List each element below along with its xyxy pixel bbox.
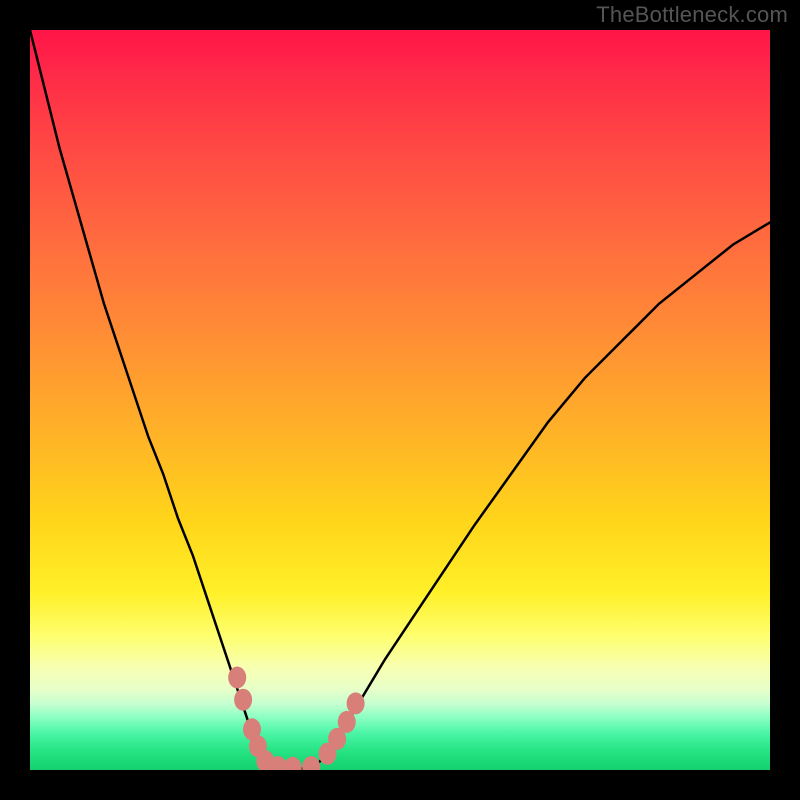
marker-point: [338, 711, 356, 733]
curve-left-branch: [30, 30, 267, 763]
marker-point: [228, 667, 246, 689]
chart-frame: TheBottleneck.com: [0, 0, 800, 800]
curve-right-branch: [319, 222, 770, 762]
curve-layer: [30, 30, 770, 770]
marker-point: [347, 692, 365, 714]
data-markers: [228, 667, 364, 771]
plot-area: [30, 30, 770, 770]
watermark-text: TheBottleneck.com: [596, 2, 788, 28]
marker-point: [234, 689, 252, 711]
marker-point: [302, 756, 320, 770]
marker-point: [284, 757, 302, 770]
